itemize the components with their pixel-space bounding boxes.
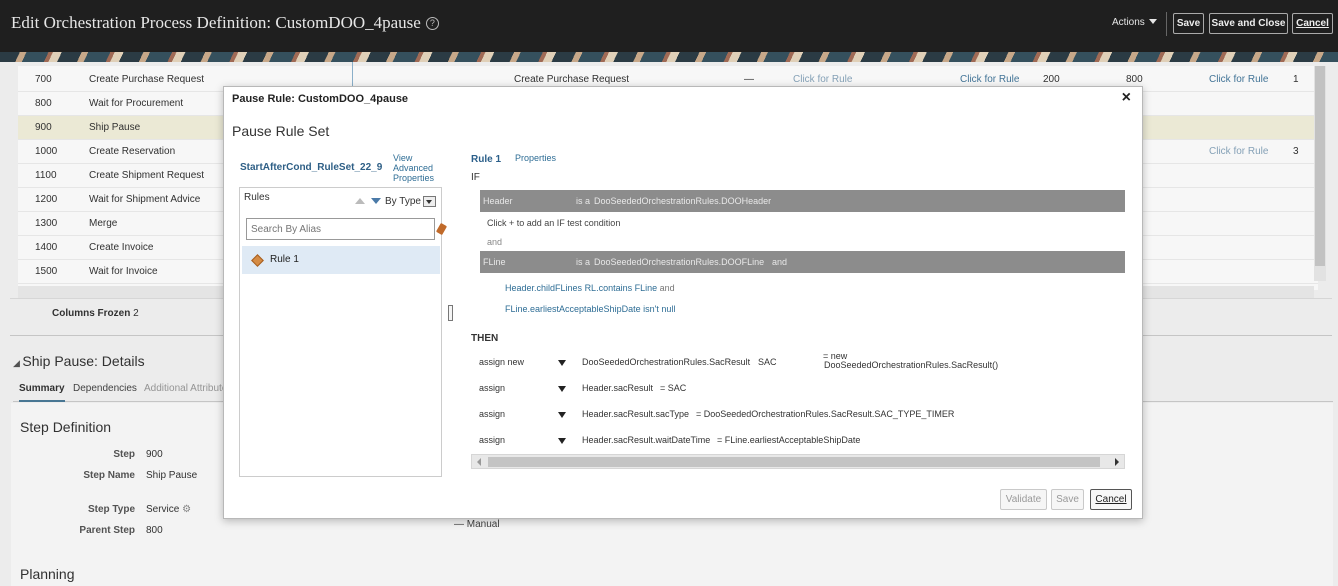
action-expression-line: DooSeededOrchestrationRules.SacResult() <box>824 360 999 370</box>
action-target[interactable]: DooSeededOrchestrationRules.SacResult <box>582 357 750 367</box>
rule-icon <box>251 254 264 267</box>
scroll-left-icon[interactable] <box>477 458 481 466</box>
action-target[interactable]: Header.sacResult <box>582 383 653 393</box>
fact-type[interactable]: DooSeededOrchestrationRules.DOOHeader <box>594 196 771 206</box>
action-expression[interactable]: = FLine.earliestAcceptableShipDate <box>717 435 860 445</box>
condition-and: and <box>659 283 675 293</box>
action-row[interactable]: assign Header.sacResult.sacType = DooSee… <box>471 404 1131 424</box>
ruleset-title: Pause Rule Set <box>232 123 330 139</box>
condition-left[interactable]: FLine.earliestAcceptableShipDate <box>505 304 641 314</box>
fact-type[interactable]: DooSeededOrchestrationRules.DOOFLine <box>594 257 764 267</box>
ruleset-name[interactable]: StartAfterCond_RuleSet_22_9 <box>240 162 382 173</box>
condition-operator[interactable]: isn't null <box>643 304 675 314</box>
fact-isa: is a <box>576 196 591 206</box>
dialog-save-button[interactable]: Save <box>1051 489 1084 510</box>
sort-by-label: By Type <box>385 196 421 207</box>
scroll-right-icon[interactable] <box>1115 458 1119 466</box>
page-header: Edit Orchestration Process Definition: C… <box>0 0 1338 52</box>
add-condition-hint[interactable]: Click + to add an IF test condition <box>487 218 620 228</box>
chevron-down-icon[interactable] <box>558 386 566 392</box>
tab-rule-1[interactable]: Rule 1 <box>471 154 501 165</box>
and-label: and <box>487 237 503 247</box>
scrollbar-thumb[interactable] <box>488 457 1100 467</box>
decorative-banner <box>0 52 1338 62</box>
chevron-down-icon[interactable] <box>558 412 566 418</box>
clear-brush-icon[interactable] <box>435 222 448 236</box>
search-input[interactable] <box>246 218 435 240</box>
chevron-down-icon[interactable] <box>558 360 566 366</box>
chevron-down-icon <box>1148 19 1157 24</box>
action-expression[interactable]: = SAC <box>660 383 686 393</box>
action-row[interactable]: assign Header.sacResult.waitDateTime = F… <box>471 430 1131 450</box>
action-expression[interactable]: = new DooSeededOrchestrationRules.SacRes… <box>815 352 998 370</box>
validate-button[interactable]: Validate <box>1000 489 1047 510</box>
tab-properties[interactable]: Properties <box>515 153 556 163</box>
condition-1[interactable]: Header.childFLines RL.contains FLine and <box>505 283 675 293</box>
view-advanced-properties-link[interactable]: View Advanced Properties <box>393 153 434 183</box>
page-title-text: Edit Orchestration Process Definition: C… <box>11 13 421 32</box>
action-target[interactable]: Header.sacResult.sacType <box>582 409 689 419</box>
save-and-close-button[interactable]: Save and Close <box>1209 13 1288 34</box>
condition-2[interactable]: FLine.earliestAcceptableShipDate isn't n… <box>505 304 675 314</box>
condition-left[interactable]: Header.childFLines <box>505 283 582 293</box>
condition-operator[interactable]: RL.contains <box>585 283 633 293</box>
actions-horizontal-scrollbar[interactable] <box>471 454 1125 469</box>
sort-by-dropdown[interactable] <box>423 196 436 207</box>
chevron-down-icon[interactable] <box>558 438 566 444</box>
fact-isa: is a <box>576 257 591 267</box>
fact-row-fline[interactable]: FLine is a DooSeededOrchestrationRules.D… <box>480 251 1125 273</box>
link-text: Advanced <box>393 163 434 173</box>
action-verb: assign new <box>479 357 525 367</box>
sort-ascending-icon[interactable] <box>355 198 365 204</box>
fact-name[interactable]: FLine <box>483 257 506 267</box>
rules-panel: Rules By Type Rule 1 <box>239 187 448 477</box>
action-verb: assign <box>479 383 506 393</box>
fact-row-header[interactable]: Header is a DooSeededOrchestrationRules.… <box>480 190 1125 212</box>
action-row[interactable]: assign Header.sacResult = SAC <box>471 378 1131 398</box>
dialog-title: Pause Rule: CustomDOO_4pause <box>232 93 409 105</box>
help-icon[interactable]: ? <box>425 17 439 30</box>
cancel-button[interactable]: Cancel <box>1292 13 1333 34</box>
rule-item-label: Rule 1 <box>270 254 299 265</box>
actions-menu[interactable]: Actions <box>1112 17 1157 28</box>
actions-label: Actions <box>1112 17 1145 28</box>
action-verb: assign <box>479 409 506 419</box>
divider <box>1166 12 1167 36</box>
fact-and: and <box>772 257 788 267</box>
action-verb: assign <box>479 435 506 445</box>
if-label: IF <box>471 172 480 183</box>
action-expression[interactable]: = DooSeededOrchestrationRules.SacResult.… <box>696 409 954 419</box>
action-target[interactable]: Header.sacResult.waitDateTime <box>582 435 710 445</box>
page-title: Edit Orchestration Process Definition: C… <box>11 13 439 33</box>
save-button[interactable]: Save <box>1173 13 1204 34</box>
condition-right[interactable]: FLine <box>635 283 658 293</box>
rules-label: Rules <box>244 192 270 203</box>
close-icon[interactable]: × <box>1122 89 1131 107</box>
panel-splitter-handle[interactable] <box>448 305 453 321</box>
then-label: THEN <box>471 333 499 344</box>
link-text: Properties <box>393 173 435 183</box>
fact-name[interactable]: Header <box>483 196 513 206</box>
list-item-rule-1[interactable]: Rule 1 <box>242 246 440 274</box>
pause-rule-dialog: Pause Rule: CustomDOO_4pause × Pause Rul… <box>223 86 1143 519</box>
action-variable[interactable]: SAC <box>758 357 777 367</box>
action-row[interactable]: assign new DooSeededOrchestrationRules.S… <box>471 352 1131 372</box>
link-text: View <box>393 153 413 163</box>
sort-descending-icon[interactable] <box>371 198 381 204</box>
dialog-cancel-button[interactable]: Cancel <box>1090 489 1132 510</box>
